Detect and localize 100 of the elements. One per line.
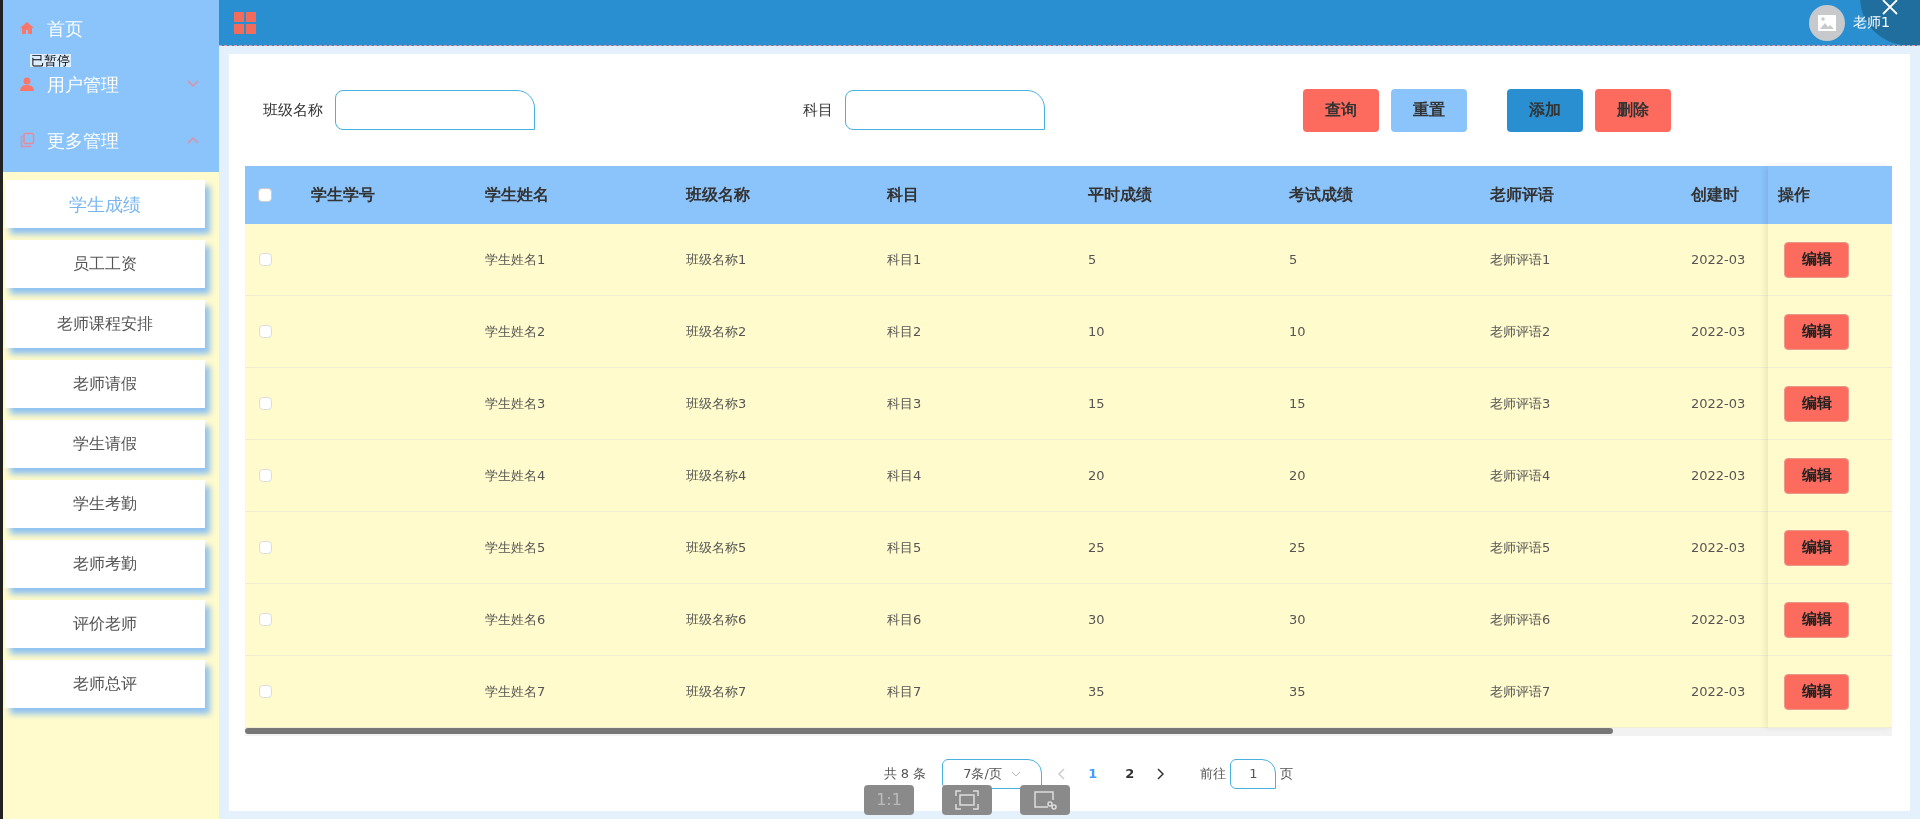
table-cell: 5 (1289, 251, 1298, 267)
column-header: 学生学号 (311, 185, 375, 204)
user-icon (19, 76, 35, 92)
user-name: 老师1 (1853, 13, 1890, 32)
submenu-item[interactable]: 老师课程安排 (5, 300, 205, 348)
total-count: 共 8 条 (883, 764, 927, 783)
goto-label: 前往 (1200, 764, 1227, 783)
table-cell: 老师评语5 (1490, 539, 1551, 555)
table-cell: 科目5 (887, 539, 922, 555)
table-cell: 老师评语7 (1490, 683, 1551, 699)
table-cell: 25 (1088, 539, 1105, 555)
checkbox[interactable] (258, 685, 272, 698)
table-cell: 班级名称7 (686, 683, 747, 699)
table-cell: 老师评语1 (1490, 251, 1551, 267)
submenu-item[interactable]: 评价老师 (5, 600, 205, 648)
checkbox[interactable] (258, 469, 272, 482)
action-button[interactable]: 重置 (1391, 88, 1467, 132)
table-cell: 15 (1088, 395, 1105, 411)
table-cell: 班级名称6 (686, 611, 747, 627)
table-cell: 2022-03 (1691, 395, 1746, 411)
table-cell: 35 (1289, 683, 1306, 699)
table-cell: 班级名称2 (686, 323, 747, 339)
submenu-item[interactable]: 老师考勤 (5, 540, 205, 588)
table-cell: 10 (1289, 323, 1306, 339)
column-header: 学生姓名 (485, 185, 549, 204)
table-cell: 学生姓名4 (485, 467, 546, 483)
table-cell: 学生姓名3 (485, 395, 546, 411)
table-cell: 2022-03 (1691, 611, 1746, 627)
goto-suffix: 页 (1280, 764, 1294, 783)
table-cell: 班级名称4 (686, 467, 747, 483)
table-cell: 科目3 (887, 395, 922, 411)
table-cell: 学生姓名5 (485, 539, 546, 555)
grid-icon[interactable] (234, 11, 256, 34)
close-icon (1882, 0, 1898, 15)
checkbox[interactable] (258, 397, 272, 410)
edit-button[interactable]: 编辑 (1784, 385, 1849, 422)
screen-scissors-icon (1033, 790, 1057, 810)
table-cell: 老师评语6 (1490, 611, 1551, 627)
column-header: 平时成绩 (1088, 185, 1152, 204)
submenu-item[interactable]: 员工工资 (5, 240, 205, 288)
table-cell: 2022-03 (1691, 323, 1746, 339)
table-cell: 科目4 (887, 467, 922, 483)
table-cell: 老师评语4 (1490, 467, 1551, 483)
page-number[interactable]: 2 (1119, 763, 1141, 784)
scrollbar-thumb[interactable] (245, 728, 1613, 734)
table-cell: 科目6 (887, 611, 922, 627)
column-header: 老师评语 (1490, 185, 1554, 204)
chevron-down-icon (1011, 770, 1022, 777)
edit-button[interactable]: 编辑 (1784, 457, 1849, 494)
prev-page-icon[interactable] (1058, 767, 1067, 780)
table-cell: 学生姓名7 (485, 683, 546, 699)
checkbox[interactable] (258, 613, 272, 626)
submenu-item[interactable]: 老师请假 (5, 360, 205, 408)
edit-button[interactable]: 编辑 (1784, 529, 1849, 566)
paused-label: 已暂停 (30, 54, 71, 67)
table-cell: 15 (1289, 395, 1306, 411)
copy-icon (19, 132, 35, 148)
table-cell: 25 (1289, 539, 1306, 555)
edit-button[interactable]: 编辑 (1784, 241, 1849, 278)
table-cell: 学生姓名1 (485, 251, 546, 267)
table-cell: 科目7 (887, 683, 922, 699)
checkbox[interactable] (258, 541, 272, 554)
goto-page-field[interactable]: 1 (1230, 758, 1277, 789)
edit-button[interactable]: 编辑 (1784, 313, 1849, 350)
field-label: 科目 (803, 99, 833, 121)
table-cell: 2022-03 (1691, 683, 1746, 699)
fit-button[interactable] (942, 785, 992, 815)
action-button[interactable]: 添加 (1507, 88, 1583, 132)
column-header: 班级名称 (686, 185, 750, 204)
checkbox[interactable] (258, 325, 272, 338)
checkbox[interactable] (258, 188, 272, 202)
edit-button[interactable]: 编辑 (1784, 601, 1849, 638)
table-cell: 科目1 (887, 251, 922, 267)
clip-button[interactable] (1020, 785, 1070, 815)
submenu-item[interactable]: 学生考勤 (5, 480, 205, 528)
action-button[interactable]: 删除 (1595, 88, 1671, 132)
avatar[interactable] (1809, 4, 1846, 41)
table-cell: 35 (1088, 683, 1105, 699)
chevron-down-icon[interactable] (187, 80, 199, 88)
submenu-item[interactable]: 老师总评 (5, 660, 205, 708)
table-cell: 2022-03 (1691, 539, 1746, 555)
column-header: 科目 (887, 185, 919, 204)
fit-screen-icon (955, 790, 979, 810)
search-field[interactable] (335, 90, 535, 130)
table-cell: 老师评语2 (1490, 323, 1551, 339)
image-icon (1817, 13, 1838, 32)
chevron-up-icon[interactable] (187, 136, 199, 144)
search-field[interactable] (845, 90, 1045, 130)
table-cell: 学生姓名6 (485, 611, 546, 627)
submenu-item[interactable]: 学生请假 (5, 420, 205, 468)
column-header: 创建时 (1691, 185, 1739, 204)
next-page-icon[interactable] (1156, 767, 1165, 780)
table-cell: 2022-03 (1691, 251, 1746, 267)
table-cell: 班级名称3 (686, 395, 747, 411)
edit-button[interactable]: 编辑 (1784, 673, 1849, 710)
table-cell: 30 (1088, 611, 1105, 627)
field-label: 班级名称 (263, 99, 323, 121)
table-cell: 30 (1289, 611, 1306, 627)
action-button[interactable]: 查询 (1303, 88, 1379, 132)
checkbox[interactable] (258, 253, 272, 266)
